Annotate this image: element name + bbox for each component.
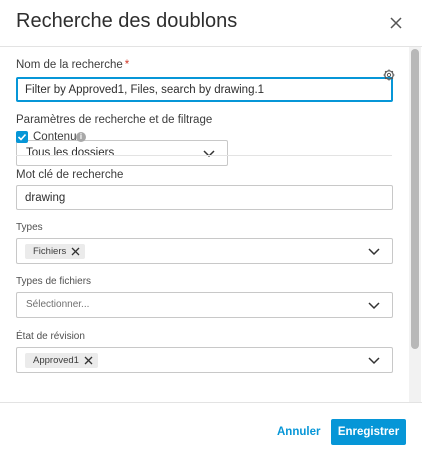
folder-select[interactable]: Tous les dossiers — [16, 140, 228, 166]
chevron-down-icon — [368, 247, 380, 257]
chip-approved1: Approved1 — [25, 353, 98, 368]
content-checkbox[interactable] — [16, 131, 28, 143]
file-types-label: Types de fichiers — [16, 276, 92, 287]
search-name-label: Nom de la recherche * — [16, 59, 130, 71]
chevron-down-icon — [368, 356, 380, 366]
folder-select-value: Tous les dossiers — [26, 147, 115, 159]
duplicate-search-dialog: Recherche des doublons Nom de la recherc… — [0, 0, 422, 455]
chevron-down-icon — [203, 149, 215, 159]
types-select[interactable]: Fichiers — [16, 238, 393, 264]
dialog-title: Recherche des doublons — [16, 10, 238, 32]
chip-remove-icon[interactable] — [71, 247, 80, 256]
revision-state-select[interactable]: Approved1 — [16, 347, 393, 373]
required-mark: * — [124, 59, 130, 71]
chip-remove-icon[interactable] — [84, 356, 93, 365]
file-types-select[interactable]: Sélectionner... — [16, 292, 393, 318]
search-name-input[interactable] — [16, 77, 393, 102]
chip-fichiers: Fichiers — [25, 244, 86, 259]
types-label: Types — [16, 222, 43, 233]
save-button[interactable]: Enregistrer — [331, 419, 406, 445]
close-icon[interactable] — [386, 13, 406, 33]
info-icon[interactable]: i — [76, 132, 86, 142]
section-divider — [16, 155, 392, 156]
chevron-down-icon — [368, 301, 380, 311]
filter-params-label: Paramètres de recherche et de filtrage — [16, 114, 213, 126]
scrollbar-thumb[interactable] — [411, 49, 419, 349]
dialog-footer: Annuler Enregistrer — [0, 402, 422, 455]
cancel-button[interactable]: Annuler — [268, 419, 329, 445]
keyword-input[interactable] — [16, 185, 393, 210]
keyword-label: Mot clé de recherche — [16, 169, 124, 181]
content-checkbox-label: Contenu — [33, 131, 77, 143]
gear-icon[interactable] — [383, 69, 395, 81]
file-types-placeholder: Sélectionner... — [26, 299, 90, 310]
dialog-header: Recherche des doublons — [0, 0, 422, 47]
revision-state-label: État de révision — [16, 331, 85, 342]
dialog-body[interactable]: Nom de la recherche* Paramètres de reche… — [0, 47, 422, 402]
